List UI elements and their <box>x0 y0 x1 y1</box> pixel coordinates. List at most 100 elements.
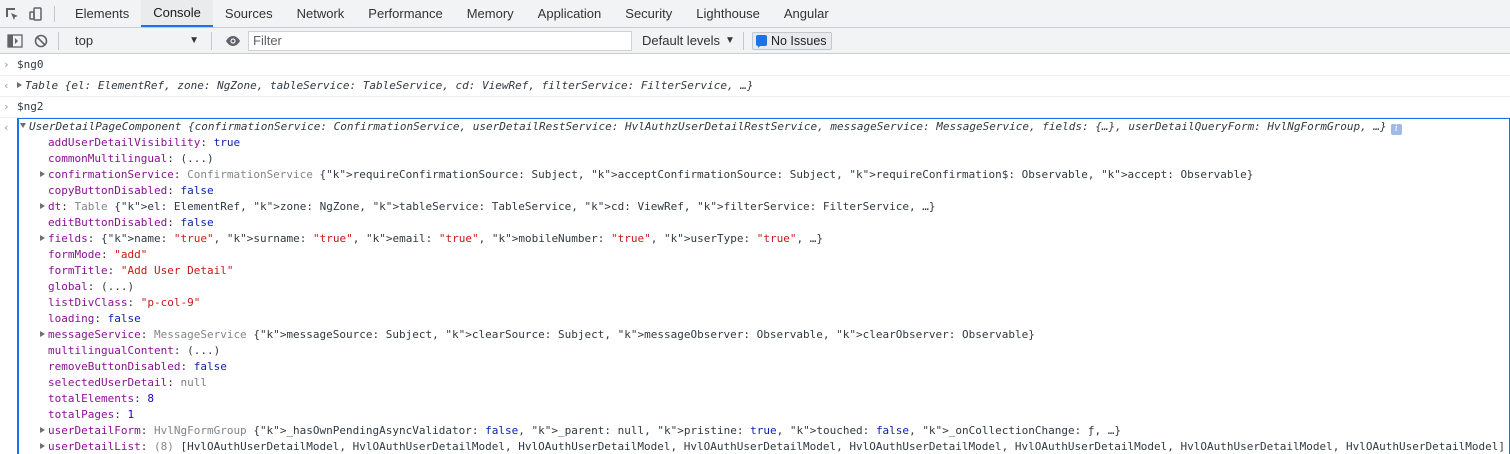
tab-performance[interactable]: Performance <box>356 0 454 27</box>
property-key: formTitle <box>48 264 108 277</box>
expand-arrow-icon[interactable] <box>40 171 45 177</box>
tab-angular[interactable]: Angular <box>772 0 841 27</box>
property-row: listDivClass: "p-col-9" <box>19 295 1509 311</box>
console-result[interactable]: ‹ Table {el: ElementRef, zone: NgZone, t… <box>0 76 1510 97</box>
property-key: totalPages <box>48 408 115 421</box>
property-colon: : <box>114 408 128 421</box>
console-filter-input[interactable] <box>248 30 632 51</box>
command-prompt-icon: › <box>3 100 10 113</box>
tab-application[interactable]: Application <box>526 0 614 27</box>
toolbar-divider <box>58 31 59 50</box>
property-row[interactable]: messageService: MessageService {"k">mess… <box>19 327 1509 343</box>
property-value: false <box>180 184 214 197</box>
result-arrow-icon: ‹ <box>3 121 10 134</box>
property-row: removeButtonDisabled: false <box>19 359 1509 375</box>
object-summary: {confirmationService: ConfirmationServic… <box>187 120 1387 133</box>
expand-arrow-icon[interactable] <box>40 427 45 433</box>
object-preview: {"k">messageSource: Subject, "k">clearSo… <box>253 328 1035 341</box>
issues-button[interactable]: No Issues <box>751 31 832 50</box>
issues-label: No Issues <box>770 33 827 48</box>
inspect-element-icon[interactable] <box>0 0 24 27</box>
property-key: fields <box>48 232 88 245</box>
expand-arrow-icon[interactable] <box>40 331 45 337</box>
tab-network[interactable]: Network <box>285 0 357 27</box>
property-value: (...) <box>187 344 221 357</box>
property-colon: : <box>173 168 188 181</box>
clear-console-icon[interactable] <box>30 30 52 52</box>
tab-elements[interactable]: Elements <box>63 0 141 27</box>
property-colon: : <box>167 184 181 197</box>
tab-memory[interactable]: Memory <box>455 0 526 27</box>
show-sidebar-icon[interactable] <box>4 30 26 52</box>
expand-arrow-icon[interactable] <box>40 203 45 209</box>
property-colon: : <box>140 424 154 437</box>
console-result-expanded: ‹ UserDetailPageComponent {confirmationS… <box>0 118 1510 454</box>
class-name: MessageService <box>153 328 254 341</box>
property-colon: : <box>107 264 121 277</box>
property-row: commonMultilingual: (...) <box>19 151 1509 167</box>
property-value: Table {"k">el: ElementRef, "k">zone: NgZ… <box>75 200 936 213</box>
property-row: addUserDetailVisibility: true <box>19 135 1509 151</box>
console-toolbar: top ▼ Default levels ▼ No Issues <box>0 28 1510 54</box>
property-value: (...) <box>180 152 214 165</box>
property-row: global: (...) <box>19 279 1509 295</box>
property-row: formMode: "add" <box>19 247 1509 263</box>
expand-arrow-icon[interactable] <box>40 443 45 449</box>
tab-sources[interactable]: Sources <box>213 0 285 27</box>
property-row: totalElements: 8 <box>19 391 1509 407</box>
context-selector[interactable]: top ▼ <box>71 30 205 52</box>
result-object-summary: {el: ElementRef, zone: NgZone, tableServ… <box>64 79 754 92</box>
property-row: selectedUserDetail: null <box>19 375 1509 391</box>
tab-lighthouse[interactable]: Lighthouse <box>684 0 772 27</box>
device-toolbar-icon[interactable] <box>24 0 48 27</box>
property-colon: : <box>167 376 181 389</box>
live-expression-eye-icon[interactable] <box>222 30 244 52</box>
property-row[interactable]: confirmationService: ConfirmationService… <box>19 167 1509 183</box>
property-colon: : <box>200 136 214 149</box>
property-colon: : <box>61 200 75 213</box>
tab-security[interactable]: Security <box>613 0 684 27</box>
command-prompt-icon: › <box>3 58 10 71</box>
property-colon: : <box>140 328 154 341</box>
property-key: userDetailList <box>48 440 141 453</box>
expand-arrow-icon[interactable] <box>40 235 45 241</box>
property-row[interactable]: userDetailList: (8) [HvlOAuthUserDetailM… <box>19 439 1509 454</box>
result-object-name: Table <box>25 79 59 92</box>
property-value: (8) [HvlOAuthUserDetailModel, HvlOAuthUs… <box>153 440 1505 453</box>
log-levels-dropdown[interactable]: Default levels ▼ <box>640 30 737 52</box>
property-row: formTitle: "Add User Detail" <box>19 263 1509 279</box>
property-colon: : <box>100 248 115 261</box>
property-value: false <box>180 216 214 229</box>
result-arrow-icon: ‹ <box>3 79 10 92</box>
dropdown-arrow-icon: ▼ <box>189 35 199 46</box>
info-icon[interactable]: i <box>1390 124 1402 135</box>
property-key: commonMultilingual <box>48 152 168 165</box>
object-preview: {"k">_hasOwnPendingAsyncValidator: false… <box>253 424 1121 437</box>
property-row[interactable]: userDetailForm: HvlNgFormGroup {"k">_has… <box>19 423 1509 439</box>
object-name: UserDetailPageComponent <box>29 120 182 133</box>
property-value: false <box>193 360 227 373</box>
toolbar-divider <box>54 6 55 22</box>
property-key: multilingualContent <box>48 344 174 357</box>
expand-arrow-icon[interactable] <box>17 82 22 88</box>
issue-message-icon <box>755 35 767 48</box>
property-value: false <box>107 312 141 325</box>
console-command: › $ng0 <box>0 55 1510 76</box>
property-key: userDetailForm <box>48 424 141 437</box>
property-key: copyButtonDisabled <box>48 184 168 197</box>
property-value: null <box>180 376 207 389</box>
toolbar-divider <box>211 31 212 50</box>
property-row: editButtonDisabled: false <box>19 215 1509 231</box>
property-row[interactable]: dt: Table {"k">el: ElementRef, "k">zone:… <box>19 199 1509 215</box>
command-text: $ng0 <box>17 58 44 71</box>
selected-object-tree[interactable]: UserDetailPageComponent {confirmationSer… <box>17 118 1510 454</box>
property-value: "add" <box>114 248 148 261</box>
property-value: MessageService {"k">messageSource: Subje… <box>154 328 1035 341</box>
object-header[interactable]: UserDetailPageComponent {confirmationSer… <box>19 119 1509 135</box>
tab-console[interactable]: Console <box>141 0 213 27</box>
property-row[interactable]: fields: {"k">name: "true", "k">surname: … <box>19 231 1509 247</box>
collapse-arrow-icon[interactable] <box>20 123 26 128</box>
panel-tabs: Elements Console Sources Network Performance… <box>63 0 841 27</box>
toolbar-divider <box>742 31 744 50</box>
log-levels-label: Default levels <box>642 33 721 48</box>
